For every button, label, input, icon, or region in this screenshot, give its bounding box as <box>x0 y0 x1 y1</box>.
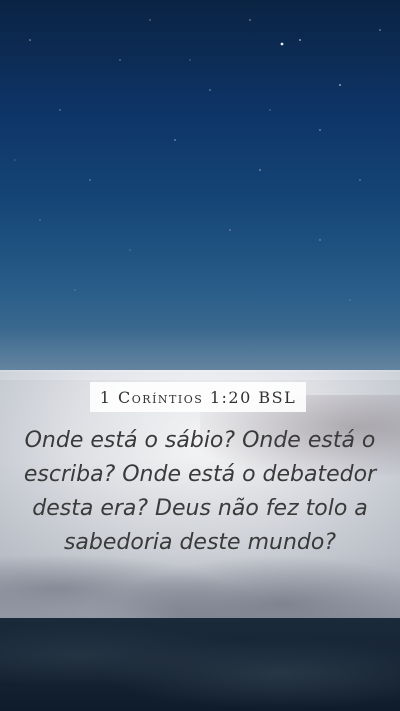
stars-decoration <box>14 19 381 301</box>
rocky-shore-background <box>0 618 400 711</box>
verse-reference: 1 Coríntios 1:20 BSL <box>99 387 297 407</box>
verse-panel: 1 Coríntios 1:20 BSL Onde está o sábio? … <box>0 370 400 618</box>
reference-box: 1 Coríntios 1:20 BSL <box>90 382 306 412</box>
verse-text: Onde está o sábio? Onde está o escriba? … <box>23 428 377 555</box>
